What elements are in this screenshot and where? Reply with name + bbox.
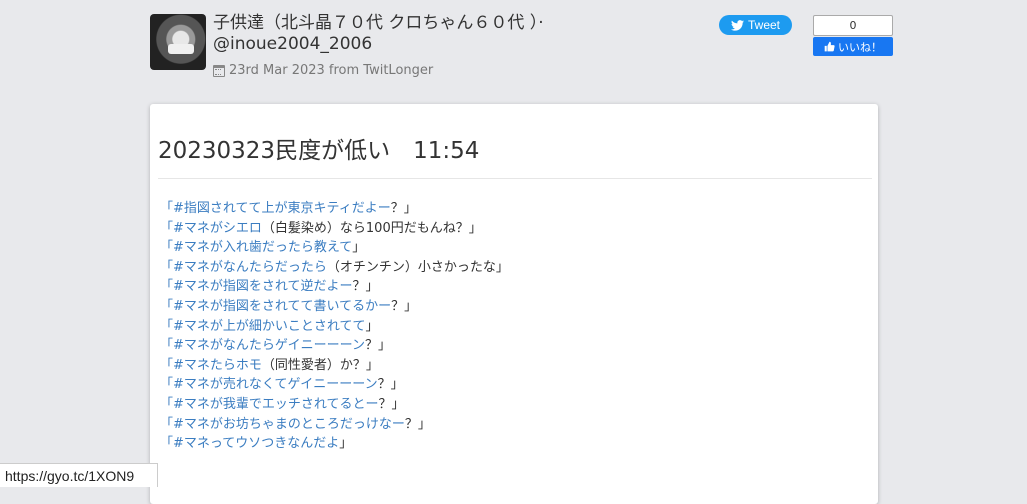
tweet-button[interactable]: Tweet — [719, 15, 792, 35]
hashtag-link[interactable]: 「#マネが指図をされてて書いてるかー — [160, 299, 391, 314]
author-handle[interactable]: @inoue2004_2006 — [213, 34, 613, 55]
hashtag-link[interactable]: 「#マネがなんたらだったら — [160, 260, 327, 275]
avatar[interactable] — [150, 14, 206, 70]
post-text: （同性愛者）か？」 — [261, 357, 379, 373]
post-line: 「#マネが上が細かいことされてて」 — [160, 317, 509, 337]
post-line: 「#マネが指図をされて逆だよー？」 — [160, 277, 509, 297]
post-text: ？」 — [404, 416, 431, 432]
post-meta: 23rd Mar 2023 from TwitLonger — [213, 63, 433, 78]
hashtag-link[interactable]: 「#マネが売れなくてゲイニーーーン — [160, 377, 378, 392]
post-text: ？」 — [391, 298, 418, 314]
hashtag-link[interactable]: 「#マネが我輩でエッチされてるとー — [160, 397, 379, 412]
post-line: 「#マネがシエロ（白髪染め）なら100円だもんね？」 — [160, 219, 509, 239]
thumbs-up-icon — [824, 41, 835, 52]
post-line: 「#マネがお坊ちゃまのところだっけなー？」 — [160, 415, 509, 435]
post-line: 「#マネが入れ歯だったら教えて」 — [160, 238, 509, 258]
hashtag-link[interactable]: 「#マネが入れ歯だったら教えて — [160, 240, 352, 255]
post-line: 「#マネたらホモ（同性愛者）か？」 — [160, 356, 509, 376]
title-divider — [158, 178, 872, 179]
post-title: 20230323民度が低い 11:54 — [158, 138, 480, 164]
post-card: 20230323民度が低い 11:54 「#指図されてて上が東京キティだよー？」… — [150, 104, 878, 504]
hashtag-link[interactable]: 「#マネがシエロ — [160, 221, 262, 236]
post-text: ？」 — [377, 377, 404, 393]
hashtag-link[interactable]: 「#マネがなんたらゲイニーーーン — [160, 338, 365, 353]
status-bar-url: https://gyo.tc/1XON9 — [0, 463, 158, 487]
post-text: ？」 — [364, 338, 391, 354]
post-text: ？」 — [390, 201, 417, 216]
tweet-label: Tweet — [747, 18, 780, 32]
twitter-bird-icon — [730, 19, 744, 31]
post-text: ？」 — [352, 279, 379, 295]
post-header: 子供達（北斗晶７０代 クロちゃん６０代 ）· @inoue2004_2006 2… — [150, 13, 895, 84]
post-line: 「#マネが我輩でエッチされてるとー？」 — [160, 395, 509, 415]
post-body: 「#指図されてて上が東京キティだよー？」 「#マネがシエロ（白髪染め）なら100円… — [160, 199, 509, 454]
like-label: いいね！ — [838, 40, 882, 54]
author-name[interactable]: 子供達（北斗晶７０代 クロちゃん６０代 ）· @inoue2004_2006 — [213, 13, 613, 55]
like-count: 0 — [813, 15, 893, 36]
hashtag-link[interactable]: 「#マネたらホモ — [160, 358, 262, 373]
post-line: 「#指図されてて上が東京キティだよー？」 — [160, 199, 509, 219]
post-text: 」 — [365, 318, 379, 334]
like-button[interactable]: いいね！ — [813, 37, 893, 56]
post-line: 「#マネが売れなくてゲイニーーーン？」 — [160, 375, 509, 395]
post-line: 「#マネがなんたらだったら（オチンチン）小さかったな」 — [160, 258, 509, 278]
post-line: 「#マネが指図をされてて書いてるかー？」 — [160, 297, 509, 317]
hashtag-link[interactable]: 「#マネが指図をされて逆だよー — [160, 279, 353, 294]
hashtag-link[interactable]: 「#指図されてて上が東京キティだよー — [160, 201, 391, 216]
post-text: ？」 — [378, 396, 405, 412]
hashtag-link[interactable]: 「#マネってウソつきなんだよ — [160, 436, 339, 451]
facebook-like-widget: 0 いいね！ — [813, 15, 893, 56]
post-text: （白髪染め）なら100円だもんね？」 — [261, 220, 482, 236]
post-text: 」 — [339, 436, 353, 452]
post-line: 「#マネがなんたらゲイニーーーン？」 — [160, 336, 509, 356]
author-display-name[interactable]: 子供達（北斗晶７０代 クロちゃん６０代 ）· — [213, 13, 613, 34]
post-text: （オチンチン）小さかったな」 — [326, 259, 509, 275]
hashtag-link[interactable]: 「#マネが上が細かいことされてて — [160, 319, 366, 334]
post-date: 23rd Mar 2023 from TwitLonger — [229, 63, 434, 78]
calendar-icon — [213, 64, 225, 77]
post-line: 「#マネってウソつきなんだよ」 — [160, 434, 509, 454]
post-text: 」 — [352, 240, 366, 256]
hashtag-link[interactable]: 「#マネがお坊ちゃまのところだっけなー — [160, 417, 405, 432]
